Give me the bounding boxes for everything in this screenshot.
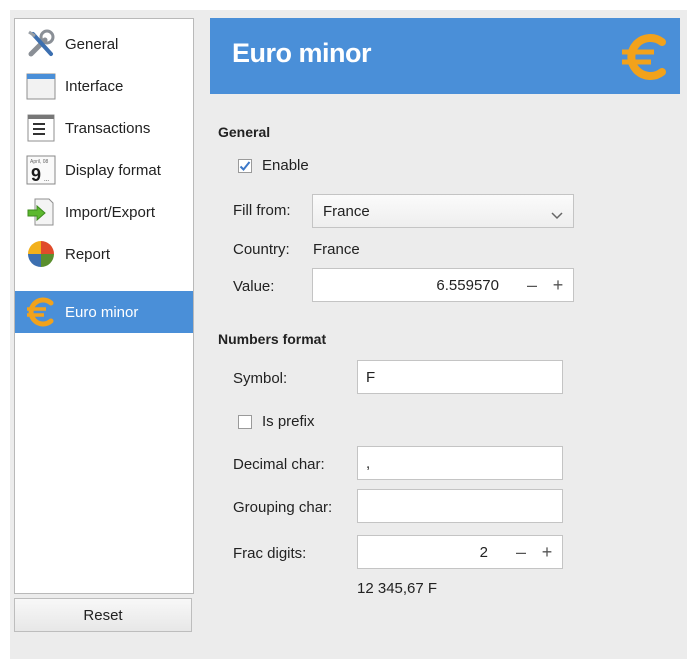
page-title: Euro minor xyxy=(232,38,372,68)
enable-label: Enable xyxy=(262,157,309,174)
grouping-char-label: Grouping char: xyxy=(233,499,333,516)
sidebar-item-label: Interface xyxy=(65,77,124,95)
enable-checkbox[interactable]: Enable xyxy=(238,157,309,174)
decimal-char-input[interactable]: , xyxy=(357,446,563,480)
increment-button[interactable]: + xyxy=(534,536,560,568)
is-prefix-label: Is prefix xyxy=(262,413,315,430)
import-export-icon xyxy=(21,194,61,230)
sidebar-item-display-format[interactable]: April, 08 9 ... Display format xyxy=(15,149,193,191)
checkmark-icon xyxy=(239,160,251,171)
checkbox-box[interactable] xyxy=(238,414,252,429)
euro-icon xyxy=(618,30,672,89)
symbol-label: Symbol: xyxy=(233,370,288,387)
sidebar-item-label: Transactions xyxy=(65,119,151,137)
sidebar-item-report[interactable]: Report xyxy=(15,233,193,275)
sidebar-item-import-export[interactable]: Import/Export xyxy=(15,191,193,233)
general-section-title: General xyxy=(218,124,271,140)
checkbox-box[interactable] xyxy=(238,158,252,173)
grouping-char-input[interactable] xyxy=(357,489,563,523)
sidebar-item-label: Report xyxy=(65,245,111,263)
fill-from-label: Fill from: xyxy=(233,202,291,219)
sidebar-item-label: General xyxy=(65,35,119,53)
fill-from-value: France xyxy=(323,202,370,220)
page-header: Euro minor xyxy=(210,18,680,94)
calendar-icon: April, 08 9 ... xyxy=(21,152,61,188)
decrement-button[interactable]: – xyxy=(508,536,534,568)
sidebar-item-euro-minor[interactable]: Euro minor xyxy=(15,291,193,333)
euro-icon xyxy=(21,294,61,330)
svg-text:9: 9 xyxy=(31,165,41,185)
value-label: Value: xyxy=(233,278,275,295)
list-icon xyxy=(21,110,61,146)
sidebar-item-label: Euro minor xyxy=(65,303,139,321)
sidebar-item-label: Display format xyxy=(65,161,161,179)
country-label: Country: xyxy=(233,241,290,258)
sidebar-item-general[interactable]: General xyxy=(15,23,193,65)
value-field[interactable]: 6.559570 xyxy=(436,277,499,294)
country-value: France xyxy=(313,241,360,258)
sidebar-item-transactions[interactable]: Transactions xyxy=(15,107,193,149)
frac-digits-label: Frac digits: xyxy=(233,545,307,562)
format-preview: 12 345,67 F xyxy=(357,580,438,597)
svg-text:...: ... xyxy=(44,177,49,183)
sidebar-item-interface[interactable]: Interface xyxy=(15,65,193,107)
pie-chart-icon xyxy=(21,236,61,272)
value-spinbox[interactable]: 6.559570 – + xyxy=(312,268,574,302)
is-prefix-checkbox[interactable]: Is prefix xyxy=(238,413,315,430)
tools-icon xyxy=(21,26,61,62)
window-icon xyxy=(21,68,61,104)
frac-digits-field[interactable]: 2 xyxy=(480,544,488,561)
fill-from-select[interactable]: France xyxy=(312,194,574,228)
decimal-char-label: Decimal char: xyxy=(233,456,325,473)
decrement-button[interactable]: – xyxy=(519,269,545,301)
symbol-input[interactable]: F xyxy=(357,360,563,394)
chevron-down-icon xyxy=(551,207,563,224)
sidebar: General Interface Transactions April, 08… xyxy=(14,18,194,594)
numbers-format-section-title: Numbers format xyxy=(218,331,327,347)
increment-button[interactable]: + xyxy=(545,269,571,301)
reset-button[interactable]: Reset xyxy=(14,598,192,632)
frac-digits-spinbox[interactable]: 2 – + xyxy=(357,535,563,569)
sidebar-item-label: Import/Export xyxy=(65,203,156,221)
